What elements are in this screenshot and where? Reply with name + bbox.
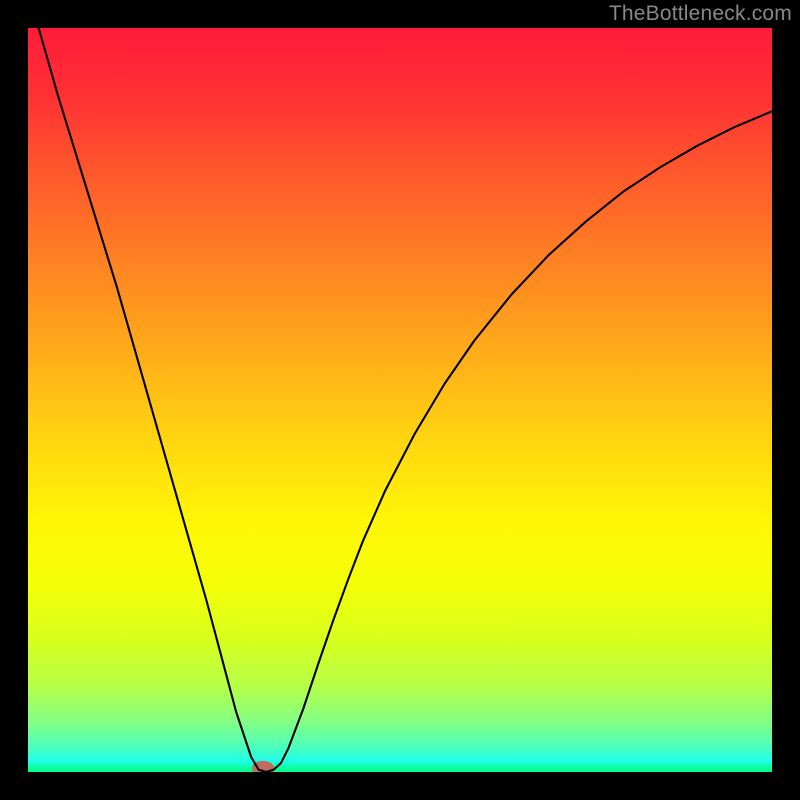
gradient-background <box>28 28 772 772</box>
chart-canvas <box>28 28 772 772</box>
chart-frame: TheBottleneck.com <box>0 0 800 800</box>
plot-area <box>28 28 772 772</box>
watermark-label: TheBottleneck.com <box>609 2 792 26</box>
